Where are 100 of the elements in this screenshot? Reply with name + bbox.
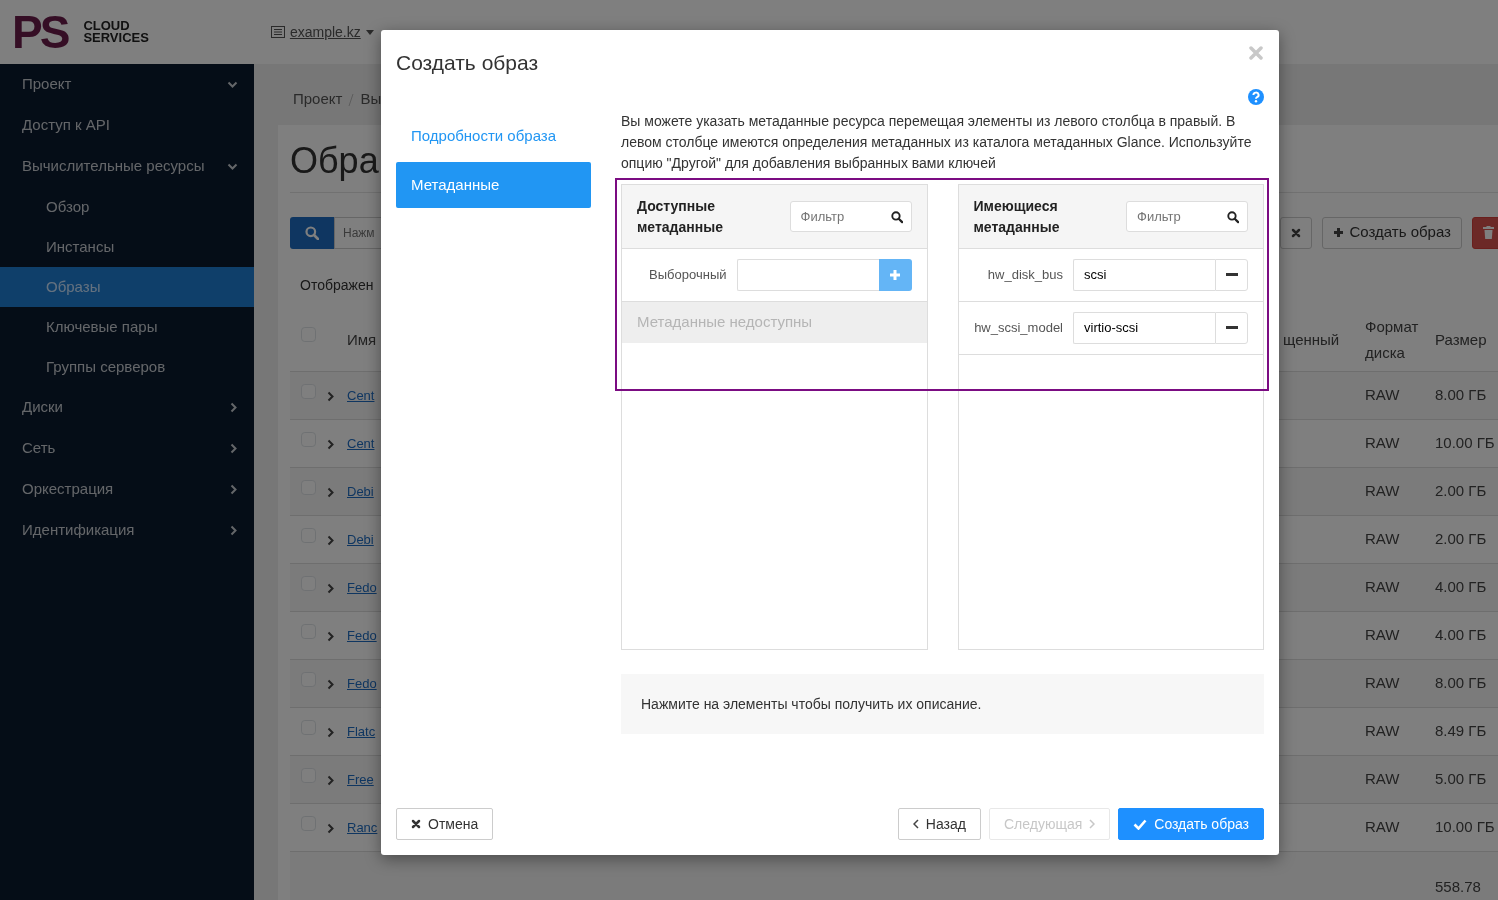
minus-icon [1225,326,1238,331]
column-header[interactable]: Формат диска [1365,314,1433,367]
chevron-right-icon [327,822,335,834]
sidebar-item[interactable]: Инстансы [0,227,254,267]
chevron-right-icon [327,774,335,786]
plus-icon [889,269,901,282]
table-cell: 5.00 ГБ [1435,770,1487,788]
metadata-key: hw_scsi_model [974,318,1063,338]
metadata-value-field[interactable]: virtio-scsi [1073,312,1215,345]
close-button[interactable] [1249,46,1263,60]
remove-button[interactable] [1215,259,1248,292]
wizard-step[interactable]: Метаданные [396,161,591,209]
table-cell: RAW [1365,626,1400,644]
chevron-right-icon [327,534,335,546]
custom-key-field[interactable] [736,259,879,292]
metadata-value-field[interactable]: scsi [1073,259,1215,292]
sidebar-item[interactable]: Сеть [0,428,254,469]
close-icon [1249,46,1263,60]
table-cell: RAW [1365,482,1400,500]
chevron-right-icon [327,726,335,738]
image-name-link[interactable]: Flatc [347,724,376,740]
trash-icon [1483,226,1494,240]
table-cell: 558.78 [1435,878,1481,896]
column-header[interactable]: Размер [1435,327,1498,354]
image-name-link[interactable]: Fedo [347,580,377,596]
search-icon [890,209,903,224]
close-icon [1290,227,1301,238]
sidebar-item[interactable]: Проект [0,64,254,105]
caret-icon [365,29,374,35]
logo-mark: PS [12,9,69,55]
image-name-link[interactable]: Fedo [347,628,377,644]
table-cell: 2.00 ГБ [1435,482,1487,500]
filter-field[interactable]: Фильтр [789,201,912,233]
panel-title: Имеющиеся метаданные [973,196,1061,237]
chevron-right-icon [1089,819,1096,829]
search-icon [305,225,319,240]
table-cell: RAW [1365,818,1400,836]
table-cell: 8.49 ГБ [1435,722,1487,740]
sidebar-item[interactable]: Доступ к API [0,105,254,146]
back-button[interactable]: Назад [897,808,981,840]
breadcrumb-link[interactable]: Вы [360,88,382,111]
logo-text: SERVICES [83,32,149,44]
sidebar-item[interactable]: Диски [0,387,254,428]
hint-panel: Нажмите на элементы чтобы получить их описание. [621,674,1264,735]
image-name-link[interactable]: Free [347,772,374,788]
plus-icon [1332,227,1344,239]
table-cell: 8.00 ГБ [1435,386,1487,404]
field-label: Выборочный [649,266,727,285]
sidebar-item[interactable]: Группы серверов [0,347,254,387]
image-name-link[interactable]: Cent [347,436,375,452]
sidebar-item[interactable]: Оркестрация [0,469,254,510]
table-cell: RAW [1365,530,1400,548]
chevron-right-icon [327,390,335,402]
remove-button[interactable] [1215,312,1248,345]
clear-button[interactable] [1279,216,1312,249]
table-cell: 10.00 ГБ [1435,818,1495,836]
search-button[interactable] [290,216,334,249]
table-cell: RAW [1365,578,1400,596]
metadata-key: hw_disk_bus [987,265,1063,285]
chevron-right-icon [327,486,335,498]
create-image-button[interactable]: Создать образ [1118,808,1264,840]
chevron-right-icon [327,630,335,642]
wizard-step[interactable]: Подробности образа [396,117,591,156]
description-text: Вы можете указать метаданные ресурса перемещая элементы из левого столбца в правый. В левом столбце имеются определения метаданных из каталога метаданных Glance. Используйте опцию "Другой" для добавления выбранных вами ключей [621,112,1253,174]
help-icon[interactable] [1248,89,1264,106]
column-header[interactable]: щенный [1283,327,1363,354]
modal-title: Создать образ [396,50,539,76]
breadcrumb-link[interactable]: Проект [293,88,343,111]
list-icon [270,26,285,38]
table-cell: RAW [1365,386,1400,404]
delete-button[interactable] [1472,216,1498,249]
sidebar-item[interactable]: Образы [0,267,254,307]
table-cell: 4.00 ГБ [1435,578,1487,596]
image-name-link[interactable]: Ranc [347,820,378,836]
search-icon [1227,209,1239,224]
add-button[interactable] [878,259,912,292]
cancel-button[interactable]: Отмена [396,808,494,840]
image-name-link[interactable]: Debi [347,532,374,548]
minus-icon [1225,273,1238,278]
create-image-button[interactable]: Создать образ [1321,216,1462,249]
table-cell: RAW [1365,722,1400,740]
close-icon [411,819,421,829]
summary-text: Отображен [300,275,374,295]
project-selector[interactable]: example.kz [270,21,374,43]
sidebar-item[interactable]: Идентификация [0,510,254,551]
table-cell: RAW [1365,770,1400,788]
filter-field[interactable]: Фильтр [1126,201,1248,233]
chevron-left-icon [912,819,919,829]
panel-title: Доступные метаданные [637,196,724,237]
table-cell: 8.00 ГБ [1435,674,1487,692]
table-cell: RAW [1365,674,1400,692]
image-name-link[interactable]: Fedo [347,676,377,692]
image-name-link[interactable]: Cent [347,388,375,404]
sidebar-item[interactable]: Ключевые пары [0,307,254,347]
table-cell: 2.00 ГБ [1435,530,1487,548]
chevron-right-icon [327,582,335,594]
empty-message: Метаданные недоступны [622,302,927,344]
sidebar-item[interactable]: Обзор [0,187,254,227]
image-name-link[interactable]: Debi [347,484,374,500]
sidebar-item[interactable]: Вычислительные ресурсы [0,146,254,187]
